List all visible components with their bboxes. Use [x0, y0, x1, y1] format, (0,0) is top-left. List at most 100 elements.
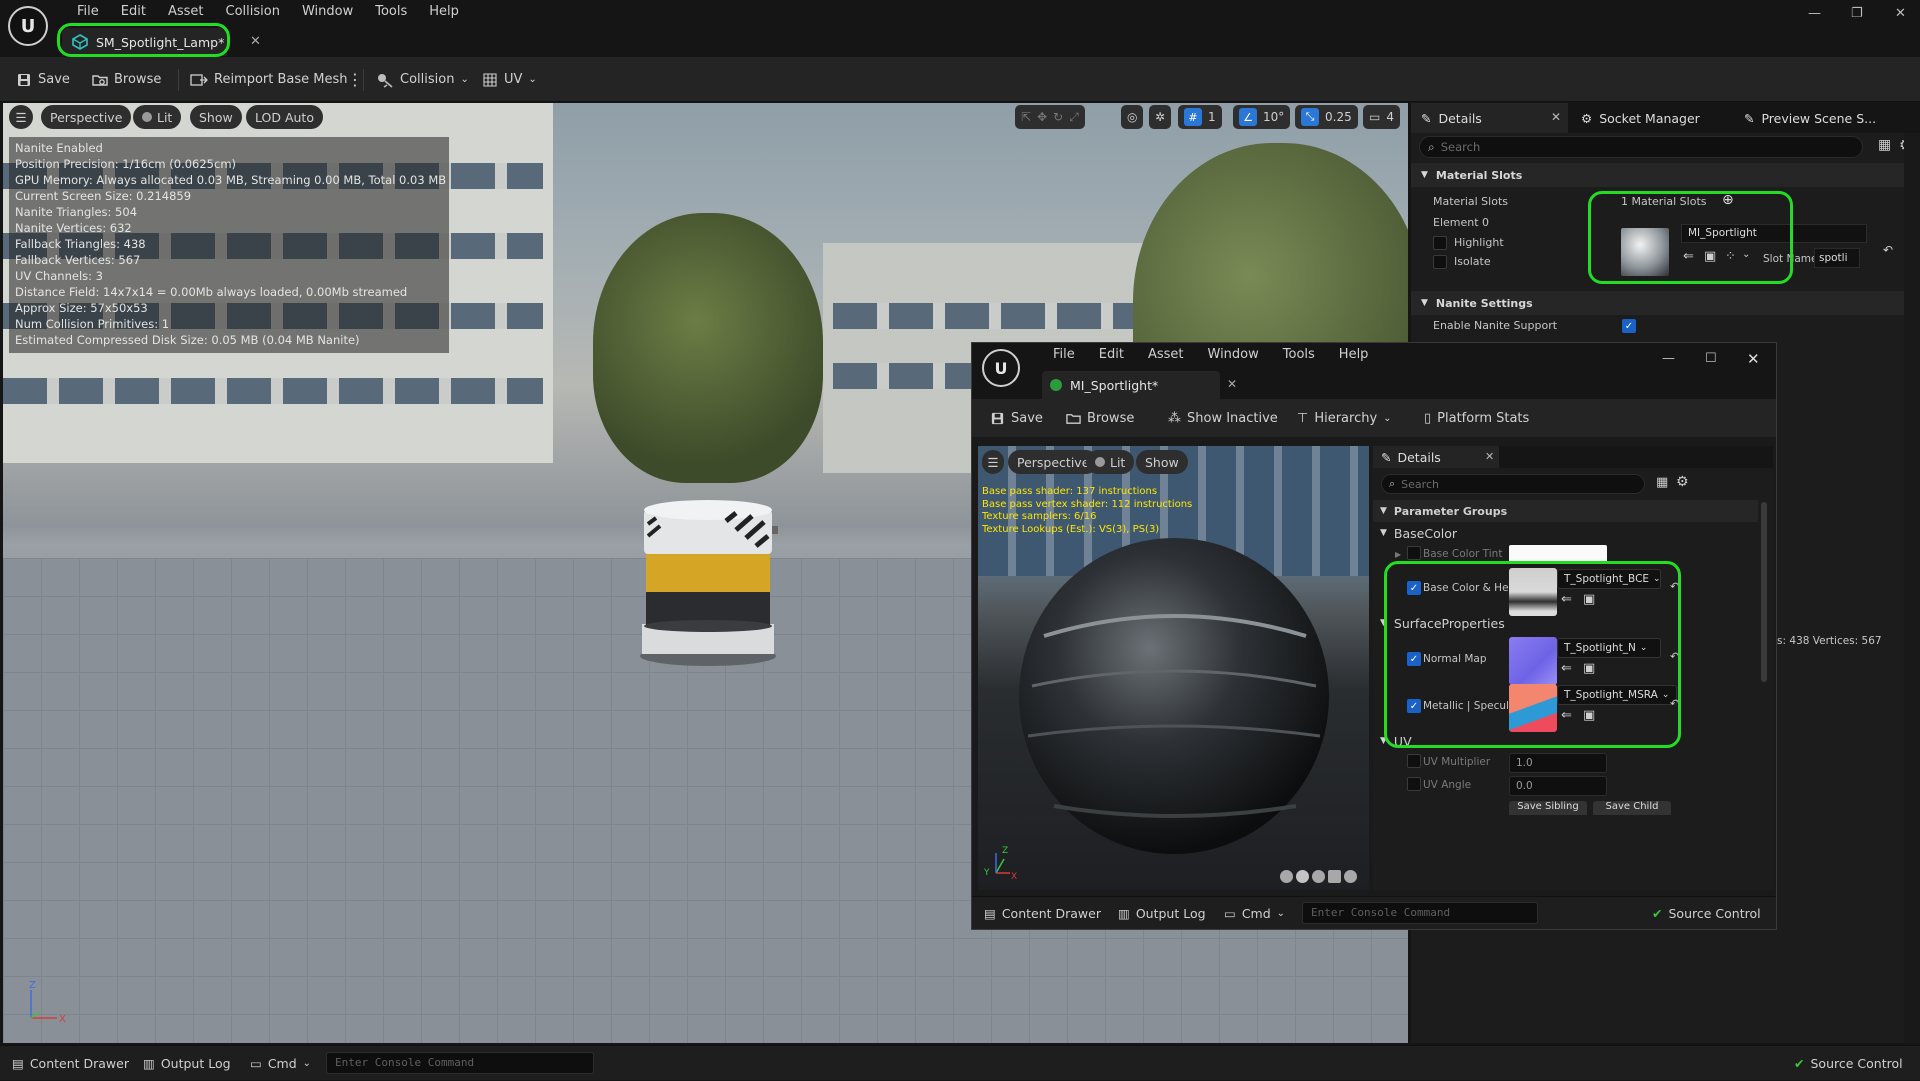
browse-asset-icon[interactable]: ▣: [1583, 708, 1595, 723]
texture-thumbnail-bce[interactable]: [1509, 568, 1557, 616]
use-selected-icon[interactable]: ⇐: [1561, 708, 1572, 723]
menu-help[interactable]: Help: [418, 3, 470, 21]
use-selected-icon[interactable]: ⇐: [1561, 661, 1572, 676]
material-thumbnail[interactable]: [1621, 228, 1669, 276]
rotation-snap-button[interactable]: ∠ 10°: [1233, 105, 1291, 129]
tab-close-icon[interactable]: ✕: [250, 34, 261, 49]
select-icon[interactable]: ⇱: [1021, 110, 1031, 124]
uv-multiplier-field[interactable]: 1.0: [1509, 753, 1607, 773]
minimize-icon[interactable]: —: [1662, 351, 1675, 366]
use-selected-icon[interactable]: ⇐: [1561, 592, 1572, 607]
viewport-menu-icon[interactable]: ☰: [9, 105, 33, 129]
coordinate-space-button[interactable]: ◎: [1121, 105, 1144, 129]
settings-gear-icon[interactable]: ⚙: [1676, 474, 1689, 490]
minimize-icon[interactable]: —: [1808, 6, 1821, 21]
reset-arrow-icon[interactable]: ↶: [1670, 650, 1679, 663]
hierarchy-dropdown[interactable]: ⊤ Hierarchy ⌄: [1297, 399, 1392, 437]
material-picker-field[interactable]: MI_Sportlight: [1681, 224, 1867, 243]
reset-arrow-icon[interactable]: ↶: [1883, 243, 1893, 257]
browse-button[interactable]: Browse: [92, 57, 161, 102]
reimport-base-mesh-button[interactable]: Reimport Base Mesh: [190, 57, 348, 102]
enable-nanite-checkbox[interactable]: ✓: [1622, 318, 1636, 333]
tab-close-icon[interactable]: ✕: [1227, 377, 1237, 391]
close-window-icon[interactable]: ✕: [1895, 6, 1906, 21]
tab-close-icon[interactable]: ✕: [1485, 450, 1494, 463]
cylinder-preview-icon[interactable]: [1280, 870, 1293, 883]
texture-thumbnail-normal[interactable]: [1509, 637, 1557, 685]
texture-dropdown-bce[interactable]: T_Spotlight_BCE ⌄: [1557, 569, 1661, 589]
platform-stats-button[interactable]: ▯ Platform Stats: [1424, 399, 1529, 437]
more-options-icon[interactable]: ⋮: [347, 57, 363, 102]
chevron-down-icon[interactable]: ⌄: [1742, 249, 1750, 260]
show-button[interactable]: Show: [1136, 450, 1188, 474]
menu-asset[interactable]: Asset: [157, 3, 215, 21]
browse-asset-icon[interactable]: ▣: [1583, 592, 1595, 607]
unreal-logo-icon[interactable]: U: [982, 349, 1020, 387]
content-drawer-button[interactable]: ▤ Content Drawer: [12, 1046, 129, 1081]
material-options-icon[interactable]: ⁘: [1725, 249, 1736, 264]
menu-tools[interactable]: Tools: [364, 3, 418, 21]
menu-tools[interactable]: Tools: [1271, 347, 1327, 362]
texture-dropdown-msra[interactable]: T_Spotlight_MSRA ⌄: [1557, 685, 1677, 705]
base-color-tint-swatch[interactable]: [1509, 545, 1607, 563]
uv-angle-field[interactable]: 0.0: [1509, 776, 1607, 796]
save-button[interactable]: Save: [990, 399, 1043, 437]
viewport-menu-icon[interactable]: ☰: [982, 450, 1004, 474]
table-view-icon[interactable]: ▦: [1878, 137, 1891, 153]
scale-icon[interactable]: ⤢: [1069, 110, 1079, 125]
add-slot-icon[interactable]: ⊕: [1722, 192, 1734, 208]
group-uv[interactable]: ▼ UV: [1373, 730, 1758, 752]
console-command-input[interactable]: Enter Console Command: [326, 1052, 594, 1074]
unreal-logo-icon[interactable]: U: [8, 6, 48, 46]
console-command-input[interactable]: Enter Console Command: [1302, 902, 1538, 924]
use-selected-icon[interactable]: ⇐: [1683, 249, 1694, 264]
highlight-checkbox[interactable]: [1433, 236, 1447, 253]
surface-snap-button[interactable]: ✲: [1149, 105, 1172, 129]
menu-window[interactable]: Window: [291, 3, 364, 21]
material-preview-viewport[interactable]: ☰ Perspective Lit Show Base pass shader:…: [978, 446, 1369, 890]
save-button[interactable]: Save: [16, 57, 70, 102]
reset-arrow-icon[interactable]: ↶: [1670, 697, 1679, 710]
show-button[interactable]: Show: [190, 105, 242, 129]
tab-close-icon[interactable]: ✕: [1551, 110, 1561, 124]
isolate-checkbox[interactable]: [1433, 255, 1447, 272]
uv-multiplier-checkbox[interactable]: [1407, 754, 1421, 771]
normal-map-checkbox[interactable]: ✓: [1407, 651, 1421, 666]
menu-collision[interactable]: Collision: [215, 3, 291, 21]
tab-socket-manager[interactable]: ⚙ Socket Manager: [1581, 103, 1700, 133]
menu-edit[interactable]: Edit: [110, 3, 157, 21]
grid-snap-button[interactable]: #1: [1178, 105, 1222, 129]
collision-dropdown[interactable]: Collision ⌄: [376, 57, 469, 102]
maximize-icon[interactable]: ☐: [1705, 351, 1717, 366]
expand-arrow-icon[interactable]: ▶: [1395, 550, 1401, 559]
cmd-dropdown[interactable]: ▭ Cmd ⌄: [250, 1046, 311, 1081]
details-search-field[interactable]: ⌕ Search: [1419, 136, 1863, 158]
details-scrollbar[interactable]: [1904, 133, 1920, 1043]
custom-mesh-preview-icon[interactable]: [1344, 870, 1357, 883]
menu-edit[interactable]: Edit: [1087, 347, 1136, 362]
base-color-tint-checkbox[interactable]: [1407, 546, 1421, 563]
tab-sm-spotlight-lamp[interactable]: SM_Spotlight_Lamp*: [62, 28, 227, 56]
uv-dropdown[interactable]: UV ⌄: [482, 57, 537, 102]
section-nanite-settings[interactable]: ▼ Nanite Settings: [1411, 291, 1904, 315]
tab-details[interactable]: ✎ Details: [1373, 446, 1499, 468]
details-scrollbar[interactable]: [1761, 502, 1767, 682]
move-icon[interactable]: ✥: [1037, 110, 1047, 124]
lit-button[interactable]: Lit: [1086, 450, 1135, 474]
details-search-field[interactable]: ⌕ Search: [1381, 474, 1645, 494]
output-log-button[interactable]: ▥ Output Log: [1118, 897, 1206, 930]
browse-button[interactable]: Browse: [1066, 399, 1134, 437]
parameter-groups-header[interactable]: ▼ Parameter Groups: [1373, 500, 1758, 522]
restore-icon[interactable]: ❐: [1851, 6, 1863, 21]
table-view-icon[interactable]: ▦: [1656, 475, 1668, 490]
base-color-height-checkbox[interactable]: ✓: [1407, 580, 1421, 595]
section-material-slots[interactable]: ▼ Material Slots: [1411, 163, 1904, 187]
camera-speed-button[interactable]: ▭ 4: [1363, 105, 1400, 129]
uv-angle-checkbox[interactable]: [1407, 777, 1421, 794]
lit-button[interactable]: Lit: [133, 105, 182, 129]
perspective-button[interactable]: Perspective: [1008, 450, 1099, 474]
close-window-icon[interactable]: ✕: [1747, 350, 1760, 368]
menu-file[interactable]: File: [66, 3, 110, 21]
texture-dropdown-normal[interactable]: T_Spotlight_N ⌄: [1557, 638, 1661, 658]
cmd-dropdown[interactable]: ▭ Cmd ⌄: [1224, 897, 1285, 930]
